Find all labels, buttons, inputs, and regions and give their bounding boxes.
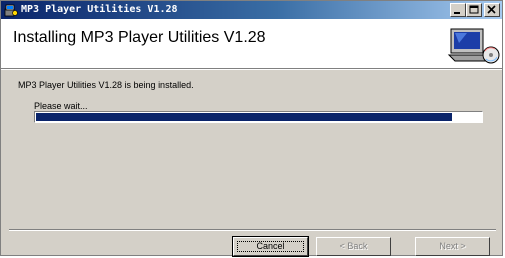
progress-label: Please wait... (34, 101, 88, 111)
next-label: Next > (439, 241, 466, 251)
computer-disc-icon (447, 28, 500, 64)
header-panel: Installing MP3 Player Utilities V1.28 (1, 19, 502, 69)
maximize-button[interactable] (466, 3, 482, 17)
install-status-text: MP3 Player Utilities V1.28 is being inst… (18, 80, 194, 90)
back-button[interactable]: < Back (316, 237, 391, 256)
installer-icon (4, 4, 18, 17)
installer-window: MP3 Player Utilities V1.28 Installing MP… (0, 0, 503, 257)
close-icon (487, 5, 496, 14)
header-divider (1, 69, 502, 70)
progress-bar (34, 111, 483, 123)
window-title: MP3 Player Utilities V1.28 (21, 4, 178, 15)
focus-ring (237, 241, 304, 252)
progress-fill (36, 113, 452, 121)
maximize-icon (469, 5, 479, 14)
title-bar[interactable]: MP3 Player Utilities V1.28 (1, 1, 502, 19)
close-button[interactable] (484, 3, 500, 17)
footer-divider (9, 229, 496, 231)
next-button[interactable]: Next > (415, 237, 490, 256)
cancel-button[interactable]: Cancel (232, 236, 309, 257)
minimize-icon (454, 12, 460, 14)
minimize-button[interactable] (450, 3, 466, 17)
back-label: < Back (339, 241, 368, 251)
header-title: Installing MP3 Player Utilities V1.28 (13, 29, 266, 46)
